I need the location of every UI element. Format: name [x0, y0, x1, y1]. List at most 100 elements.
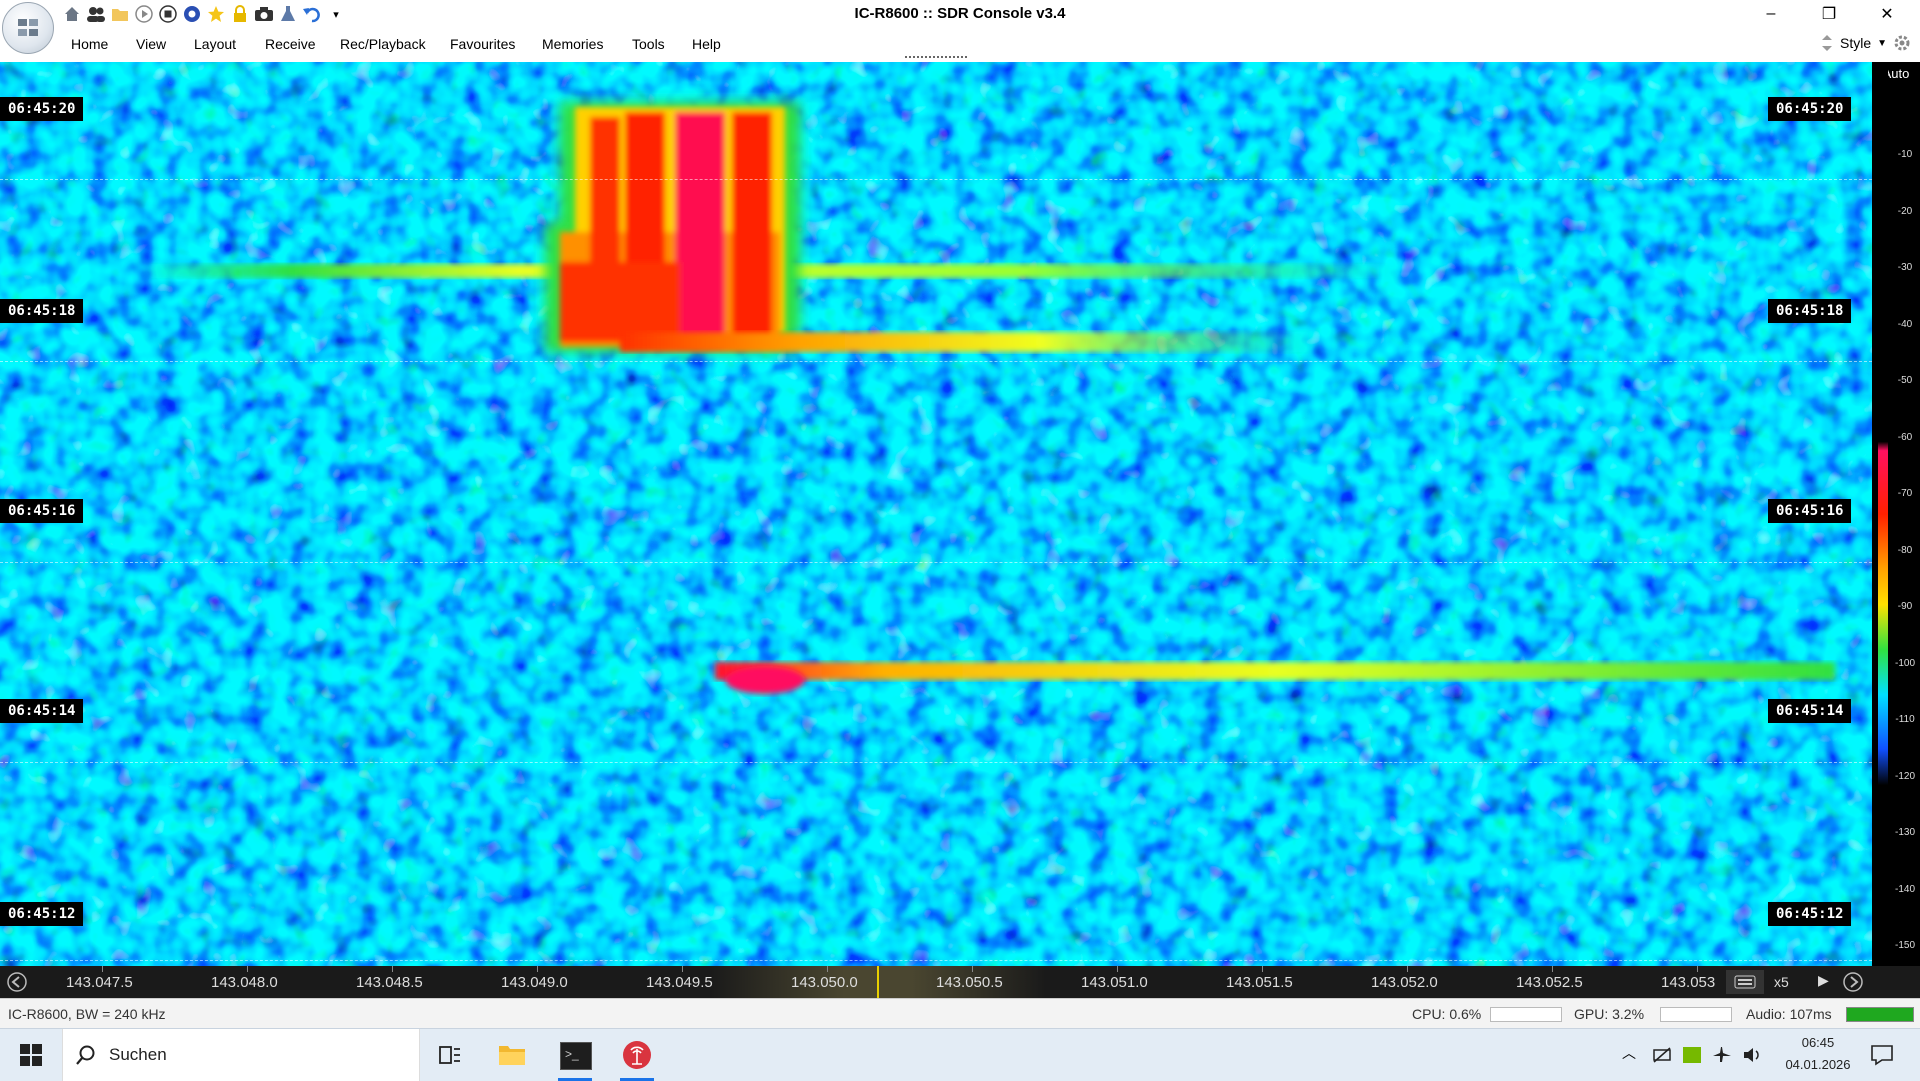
menu-memories[interactable]: Memories [542, 36, 603, 52]
frequency-tick-mark [102, 966, 103, 972]
frequency-tick-label: 143.052.5 [1516, 974, 1583, 991]
db-tick-label: -140 [1894, 883, 1915, 895]
network-icon[interactable] [1652, 1046, 1672, 1064]
time-label-left: 06:45:14 [0, 699, 84, 723]
zoom-level[interactable]: x5 [1774, 974, 1789, 990]
frequency-tick-mark [1407, 966, 1408, 972]
frequency-tick-mark [247, 966, 248, 972]
db-scale[interactable]: Auto -10 -20 -30 -40 -50 -60 -70 -80 -90 -100 -110… [1872, 62, 1920, 966]
time-label-left: 06:45:12 [0, 902, 84, 926]
time-label-left: 06:45:18 [0, 299, 84, 323]
frequency-tick-label: 143.053 [1661, 974, 1716, 991]
waterfall-display[interactable]: 06:45:20 06:45:18 06:45:16 06:45:14 06:4… [0, 62, 1872, 966]
audio-level-meter [1846, 1007, 1914, 1022]
db-tick-label: -10 [1897, 149, 1913, 160]
frequency-tick-mark [682, 966, 683, 972]
db-tick-label: -40 [1897, 318, 1913, 330]
radio-status: IC-R8600, BW = 240 kHz [8, 1006, 166, 1022]
time-gridline [0, 179, 1872, 180]
menu-tools[interactable]: Tools [632, 36, 665, 52]
db-tick-label: -70 [1897, 488, 1913, 499]
keyboard-icon[interactable] [1726, 970, 1764, 994]
minimize-button[interactable]: – [1748, 0, 1794, 28]
task-view-icon[interactable] [438, 1044, 462, 1066]
windows-start-icon[interactable] [20, 1044, 42, 1066]
gpu-meter [1660, 1007, 1732, 1022]
menu-receive[interactable]: Receive [265, 36, 316, 52]
menu-view[interactable]: View [136, 36, 166, 52]
frequency-tick-label: 143.052.0 [1371, 974, 1438, 991]
frequency-tick-mark [1262, 966, 1263, 972]
search-placeholder: Suchen [109, 1045, 167, 1064]
time-label-right: 06:45:16 [1768, 499, 1852, 523]
frequency-axis[interactable]: 143.047.5 143.048.0 143.048.5 143.049.0 143.… [0, 966, 1920, 998]
window-title: IC-R8600 :: SDR Console v3.4 [854, 5, 1066, 22]
frequency-tick-mark [1117, 966, 1118, 972]
db-tick-label: -80 [1897, 544, 1913, 556]
tuned-frequency-marker[interactable] [877, 966, 879, 998]
cpu-usage: CPU: 0.6% [1412, 1006, 1482, 1022]
scroll-right-icon[interactable] [1842, 971, 1864, 993]
frequency-tick-label: 143.050.5 [936, 974, 1003, 991]
frequency-tick-mark [972, 966, 973, 972]
db-tick-label: -60 [1897, 431, 1913, 443]
zoom-menu-arrow-icon[interactable]: ▶ [1818, 972, 1829, 989]
style-label: Style [1840, 35, 1872, 51]
ribbon-collapse-grip[interactable] [905, 56, 967, 58]
frequency-tick-label: 143.049.5 [646, 974, 713, 991]
file-explorer-icon[interactable] [498, 1043, 526, 1067]
title-bar: ▾ IC-R8600 :: SDR Console v3.4 – ❐ ✕ [0, 0, 1920, 28]
db-tick-label: -50 [1897, 375, 1913, 386]
db-tick-label: -20 [1897, 205, 1913, 217]
frequency-tick-label: 143.048.5 [356, 974, 423, 991]
db-tick-label: -100 [1894, 657, 1915, 669]
time-label-right: 06:45:18 [1768, 299, 1852, 323]
frequency-tick-label: 143.050.0 [791, 974, 858, 991]
clock-date[interactable]: 04.01.2026 [1768, 1057, 1868, 1072]
frequency-tick-label: 143.051.5 [1226, 974, 1293, 991]
time-gridline [0, 361, 1872, 362]
time-label-right: 06:45:14 [1768, 699, 1852, 723]
chevron-up-icon[interactable]: ︿ [1622, 1043, 1636, 1063]
db-tick-label: -120 [1894, 770, 1915, 782]
frequency-tick-mark [1552, 966, 1553, 972]
frequency-tick-label: 143.048.0 [211, 974, 278, 991]
status-bar: IC-R8600, BW = 240 kHz CPU: 0.6% GPU: 3.… [0, 998, 1920, 1029]
menu-bar: Home View Layout Receive Rec/Playback Fa… [0, 28, 1920, 63]
app-menu-button[interactable] [2, 2, 54, 54]
menu-rec-playback[interactable]: Rec/Playback [340, 36, 426, 52]
scroll-left-icon[interactable] [6, 971, 28, 993]
notifications-icon[interactable] [1870, 1044, 1894, 1066]
sdr-console-icon[interactable] [622, 1040, 652, 1070]
gear-icon[interactable] [1893, 34, 1911, 52]
app-logo-icon [18, 19, 38, 36]
db-tick-label: -130 [1894, 827, 1915, 838]
frequency-tick-label: 143.047.5 [66, 974, 133, 991]
menu-layout[interactable]: Layout [194, 36, 236, 52]
close-button[interactable]: ✕ [1864, 0, 1910, 28]
time-label-right: 06:45:12 [1768, 902, 1852, 926]
db-tick-label: -110 [1895, 714, 1915, 725]
taskbar-search-box[interactable]: Suchen [62, 1029, 420, 1081]
frequency-tick-mark [827, 966, 828, 972]
nvidia-icon[interactable] [1682, 1046, 1702, 1064]
frequency-tick-mark [392, 966, 393, 972]
menu-home[interactable]: Home [71, 36, 108, 52]
restore-button[interactable]: ❐ [1806, 0, 1852, 28]
volume-icon[interactable] [1742, 1046, 1762, 1064]
cpu-meter [1490, 1007, 1562, 1022]
menu-favourites[interactable]: Favourites [450, 36, 515, 52]
time-gridline [0, 960, 1872, 961]
terminal-icon[interactable]: >_ [560, 1042, 592, 1070]
time-gridline [0, 562, 1872, 563]
chevron-down-icon: ▼ [1877, 37, 1888, 49]
clock-time[interactable]: 06:45 [1778, 1035, 1858, 1050]
style-arrows-icon [1822, 35, 1832, 51]
airplane-mode-icon[interactable] [1712, 1046, 1732, 1064]
style-menu-button[interactable]: Style ▼ [1820, 34, 1911, 52]
gpu-usage: GPU: 3.2% [1574, 1006, 1645, 1022]
menu-help[interactable]: Help [692, 36, 721, 52]
frequency-tick-label: 143.049.0 [501, 974, 568, 991]
taskbar: Suchen >_ ︿ 06:45 04.01.2026 [0, 1028, 1920, 1081]
frequency-tick-mark [537, 966, 538, 972]
